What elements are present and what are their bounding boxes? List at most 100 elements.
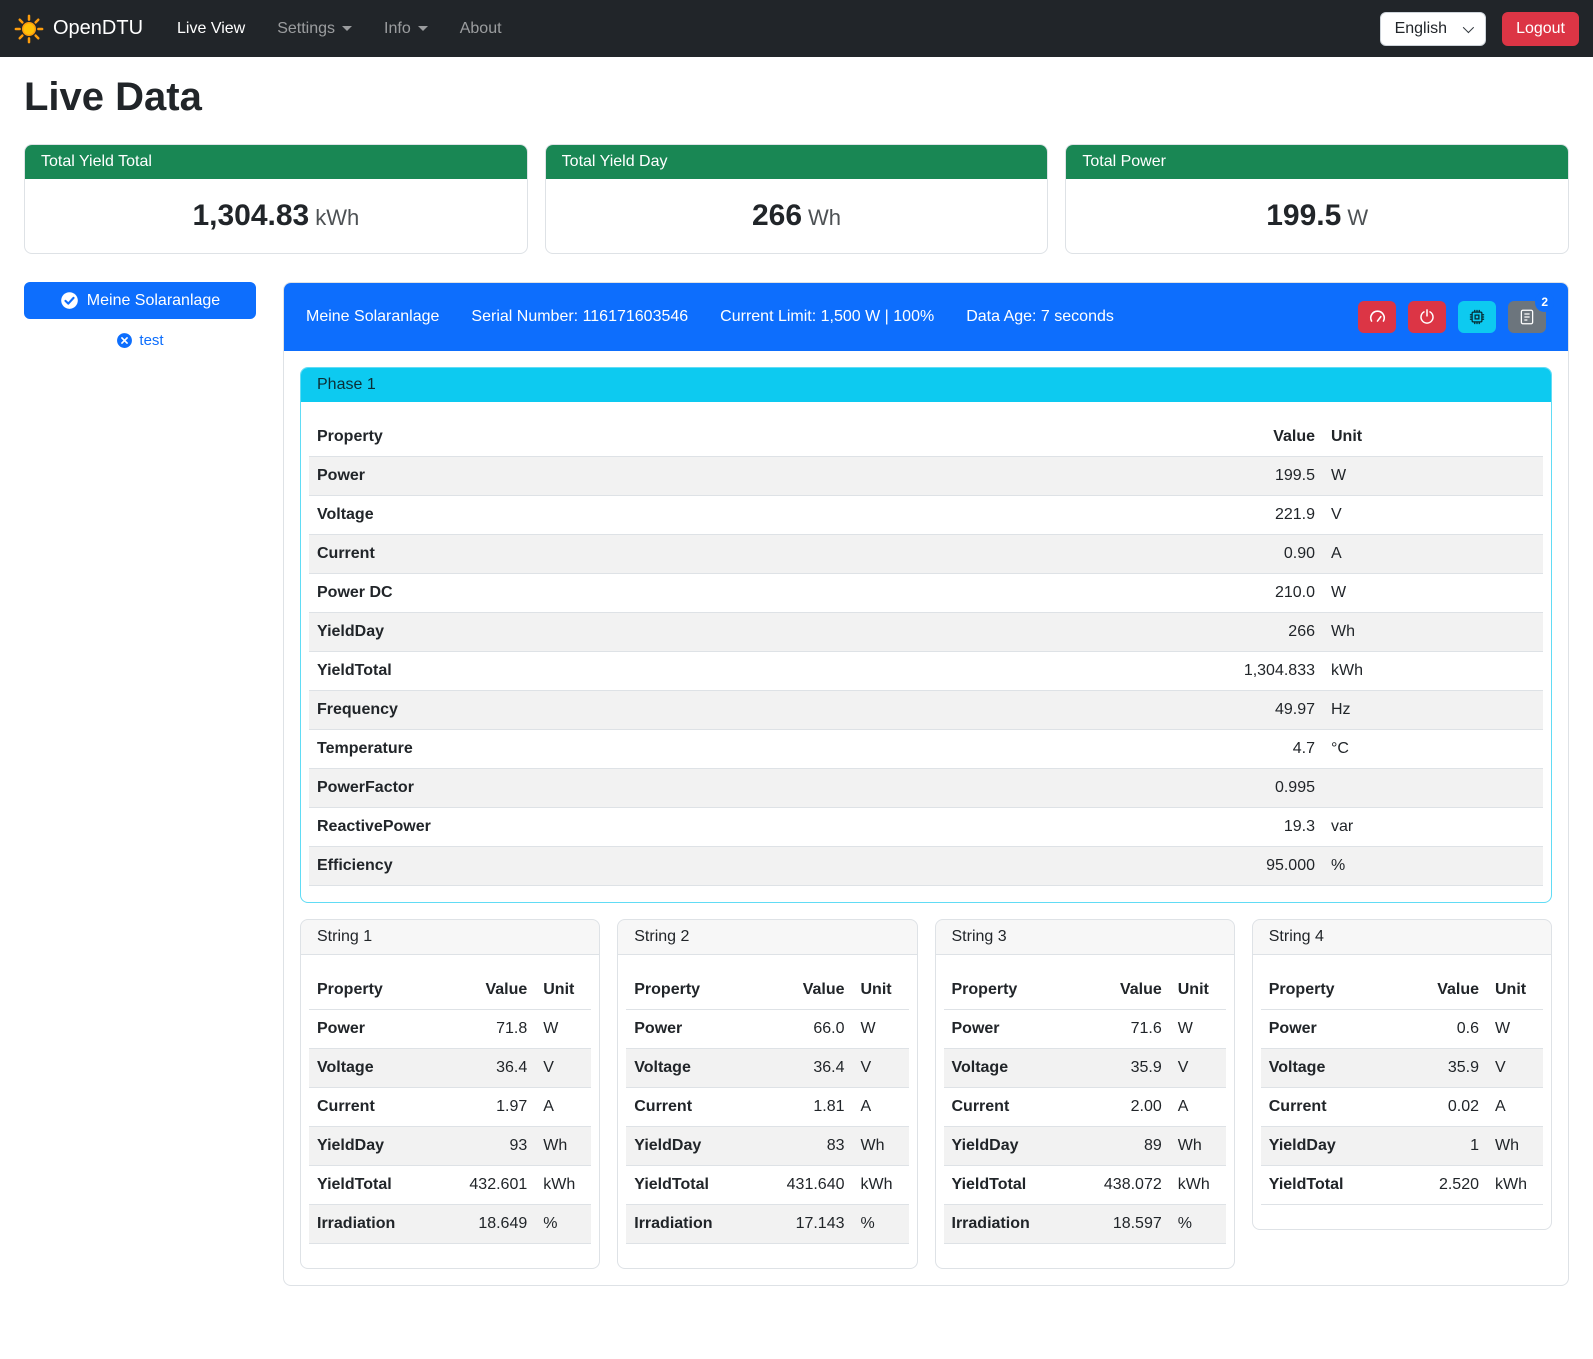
table-row: Efficiency 95.000 % — [309, 847, 1543, 886]
brand[interactable]: OpenDTU — [14, 14, 143, 44]
journal-icon — [1518, 308, 1536, 326]
table-row: YieldDay 89 Wh — [944, 1127, 1226, 1166]
value-cell: 18.597 — [1070, 1205, 1169, 1244]
inverter-name: Meine Solaranlage — [306, 308, 439, 326]
nav-right: English Logout — [1380, 12, 1579, 46]
inverter-limit: Current Limit: 1,500 W | 100% — [720, 308, 934, 326]
property-cell: Current — [626, 1088, 753, 1127]
string-2-card: String 2 Property Value Unit — [617, 919, 917, 1269]
table-row: Temperature 4.7 °C — [309, 730, 1543, 769]
table-row: Current 1.97 A — [309, 1088, 591, 1127]
inverter-serial: Serial Number: 116171603546 — [471, 308, 688, 326]
string-title: String 4 — [1253, 920, 1551, 955]
nav-live-view[interactable]: Live View — [161, 12, 261, 46]
unit-cell: W — [1323, 574, 1543, 613]
unit-cell: V — [853, 1049, 909, 1088]
table-row: Current 0.90 A — [309, 535, 1543, 574]
unit-cell: W — [853, 1010, 909, 1049]
property-cell: Current — [1261, 1088, 1399, 1127]
nav-info[interactable]: Info — [368, 12, 444, 46]
column-property: Property — [1261, 971, 1399, 1010]
string-4-card: String 4 Property Value Unit — [1252, 919, 1552, 1230]
unit-cell: Wh — [1487, 1127, 1543, 1166]
value-cell: 18.649 — [436, 1205, 535, 1244]
caret-down-icon — [418, 26, 428, 31]
nav-about[interactable]: About — [444, 12, 518, 46]
value-cell: 438.072 — [1070, 1166, 1169, 1205]
table-row: Frequency 49.97 Hz — [309, 691, 1543, 730]
unit-cell: A — [1323, 535, 1543, 574]
sun-icon — [14, 14, 44, 44]
value-cell: 0.90 — [916, 535, 1323, 574]
sidebar-item-inverter[interactable]: Meine Solaranlage — [24, 282, 256, 319]
value-cell: 95.000 — [916, 847, 1323, 886]
inverter-actions: 2 — [1358, 301, 1546, 333]
logout-button[interactable]: Logout — [1502, 12, 1579, 46]
string-table: Property Value Unit Power — [944, 971, 1226, 1244]
column-property: Property — [309, 418, 916, 457]
string-title: String 1 — [301, 920, 599, 955]
property-cell: Temperature — [309, 730, 916, 769]
unit-cell: V — [1170, 1049, 1226, 1088]
property-cell: Voltage — [1261, 1049, 1399, 1088]
property-cell: Current — [309, 535, 916, 574]
nav-settings-label: Settings — [277, 20, 335, 38]
property-cell: Current — [944, 1088, 1071, 1127]
unit-cell: W — [1487, 1010, 1543, 1049]
string-3-card: String 3 Property Value Unit — [935, 919, 1235, 1269]
property-cell: Irradiation — [626, 1205, 753, 1244]
summary-value: 1,304.83 — [192, 199, 309, 232]
table-row: Irradiation 18.597 % — [944, 1205, 1226, 1244]
page-title: Live Data — [24, 75, 1569, 120]
sidebar-item-test[interactable]: test — [116, 332, 163, 349]
sidebar-item-label: Meine Solaranlage — [87, 292, 220, 310]
table-row: Power 66.0 W — [626, 1010, 908, 1049]
unit-cell: Wh — [1323, 613, 1543, 652]
property-cell: Voltage — [309, 496, 916, 535]
unit-cell: A — [853, 1088, 909, 1127]
property-cell: Voltage — [626, 1049, 753, 1088]
unit-cell: var — [1323, 808, 1543, 847]
table-row: Voltage 35.9 V — [944, 1049, 1226, 1088]
summary-row: Total Yield Total 1,304.83kWh Total Yiel… — [24, 144, 1569, 254]
language-select[interactable]: English — [1380, 12, 1486, 46]
value-cell: 266 — [916, 613, 1323, 652]
device-info-button[interactable] — [1458, 301, 1496, 333]
unit-cell: A — [535, 1088, 591, 1127]
string-table-body: Power 71.6 W Voltage 35.9 V — [944, 1010, 1226, 1244]
unit-cell: W — [535, 1010, 591, 1049]
x-circle-icon — [116, 332, 133, 349]
total-yield-day-card: Total Yield Day 266Wh — [545, 144, 1049, 254]
unit-cell: kWh — [1170, 1166, 1226, 1205]
table-row: Voltage 36.4 V — [309, 1049, 591, 1088]
value-cell: 83 — [753, 1127, 852, 1166]
string-table-body: Power 71.8 W Voltage 36.4 V — [309, 1010, 591, 1244]
table-header-row: Property Value Unit — [944, 971, 1226, 1010]
unit-cell: % — [853, 1205, 909, 1244]
nav-settings[interactable]: Settings — [261, 12, 368, 46]
brand-label: OpenDTU — [53, 17, 143, 40]
cpu-icon — [1468, 308, 1486, 326]
value-cell: 36.4 — [753, 1049, 852, 1088]
power-button[interactable] — [1408, 301, 1446, 333]
phase-body: Property Value Unit Power — [301, 402, 1551, 902]
caret-down-icon — [342, 26, 352, 31]
unit-cell — [1323, 769, 1543, 808]
column-unit: Unit — [1170, 971, 1226, 1010]
column-value: Value — [436, 971, 535, 1010]
value-cell: 89 — [1070, 1127, 1169, 1166]
value-cell: 432.601 — [436, 1166, 535, 1205]
nav-info-label: Info — [384, 20, 411, 38]
limit-button[interactable] — [1358, 301, 1396, 333]
column-property: Property — [944, 971, 1071, 1010]
property-cell: YieldDay — [1261, 1127, 1399, 1166]
summary-value: 266 — [752, 199, 802, 232]
events-button[interactable]: 2 — [1508, 301, 1546, 333]
power-icon — [1418, 308, 1436, 326]
column-unit: Unit — [1487, 971, 1543, 1010]
inverter-card: Meine Solaranlage Serial Number: 1161716… — [283, 282, 1569, 1286]
unit-cell: kWh — [1487, 1166, 1543, 1205]
property-cell: Irradiation — [944, 1205, 1071, 1244]
property-cell: Voltage — [944, 1049, 1071, 1088]
property-cell: ReactivePower — [309, 808, 916, 847]
